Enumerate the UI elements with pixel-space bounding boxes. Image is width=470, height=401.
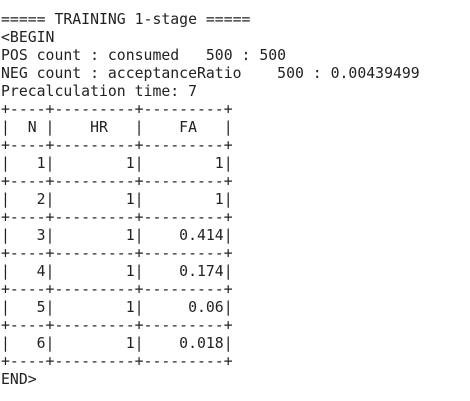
table-border: +----+---------+---------+	[1, 317, 233, 334]
table-row: | 3| 1| 0.414|	[1, 227, 233, 244]
table-border: +----+---------+---------+	[1, 173, 233, 190]
table-row: | 1| 1| 1|	[1, 155, 233, 172]
table-row: | 6| 1| 0.018|	[1, 335, 233, 352]
table-header-row: | N | HR | FA |	[1, 119, 233, 136]
pos-count-line: POS count : consumed 500 : 500	[1, 47, 287, 64]
table-row: | 5| 1| 0.06|	[1, 299, 233, 316]
table-border: +----+---------+---------+	[1, 137, 233, 154]
table-row: | 4| 1| 0.174|	[1, 263, 233, 280]
stage-header: ===== TRAINING 1-stage =====	[1, 11, 251, 28]
end-marker: END>	[1, 371, 37, 388]
precalculation-time-line: Precalculation time: 7	[1, 83, 197, 100]
table-border: +----+---------+---------+	[1, 209, 233, 226]
table-row: | 2| 1| 1|	[1, 191, 233, 208]
table-border: +----+---------+---------+	[1, 245, 233, 262]
table-border: +----+---------+---------+	[1, 101, 233, 118]
console-output: ===== TRAINING 1-stage ===== <BEGIN POS co…	[1, 11, 420, 389]
begin-marker: <BEGIN	[1, 29, 55, 46]
neg-count-line: NEG count : acceptanceRatio 500 : 0.0043…	[1, 65, 420, 82]
table-border: +----+---------+---------+	[1, 353, 233, 370]
table-border: +----+---------+---------+	[1, 281, 233, 298]
